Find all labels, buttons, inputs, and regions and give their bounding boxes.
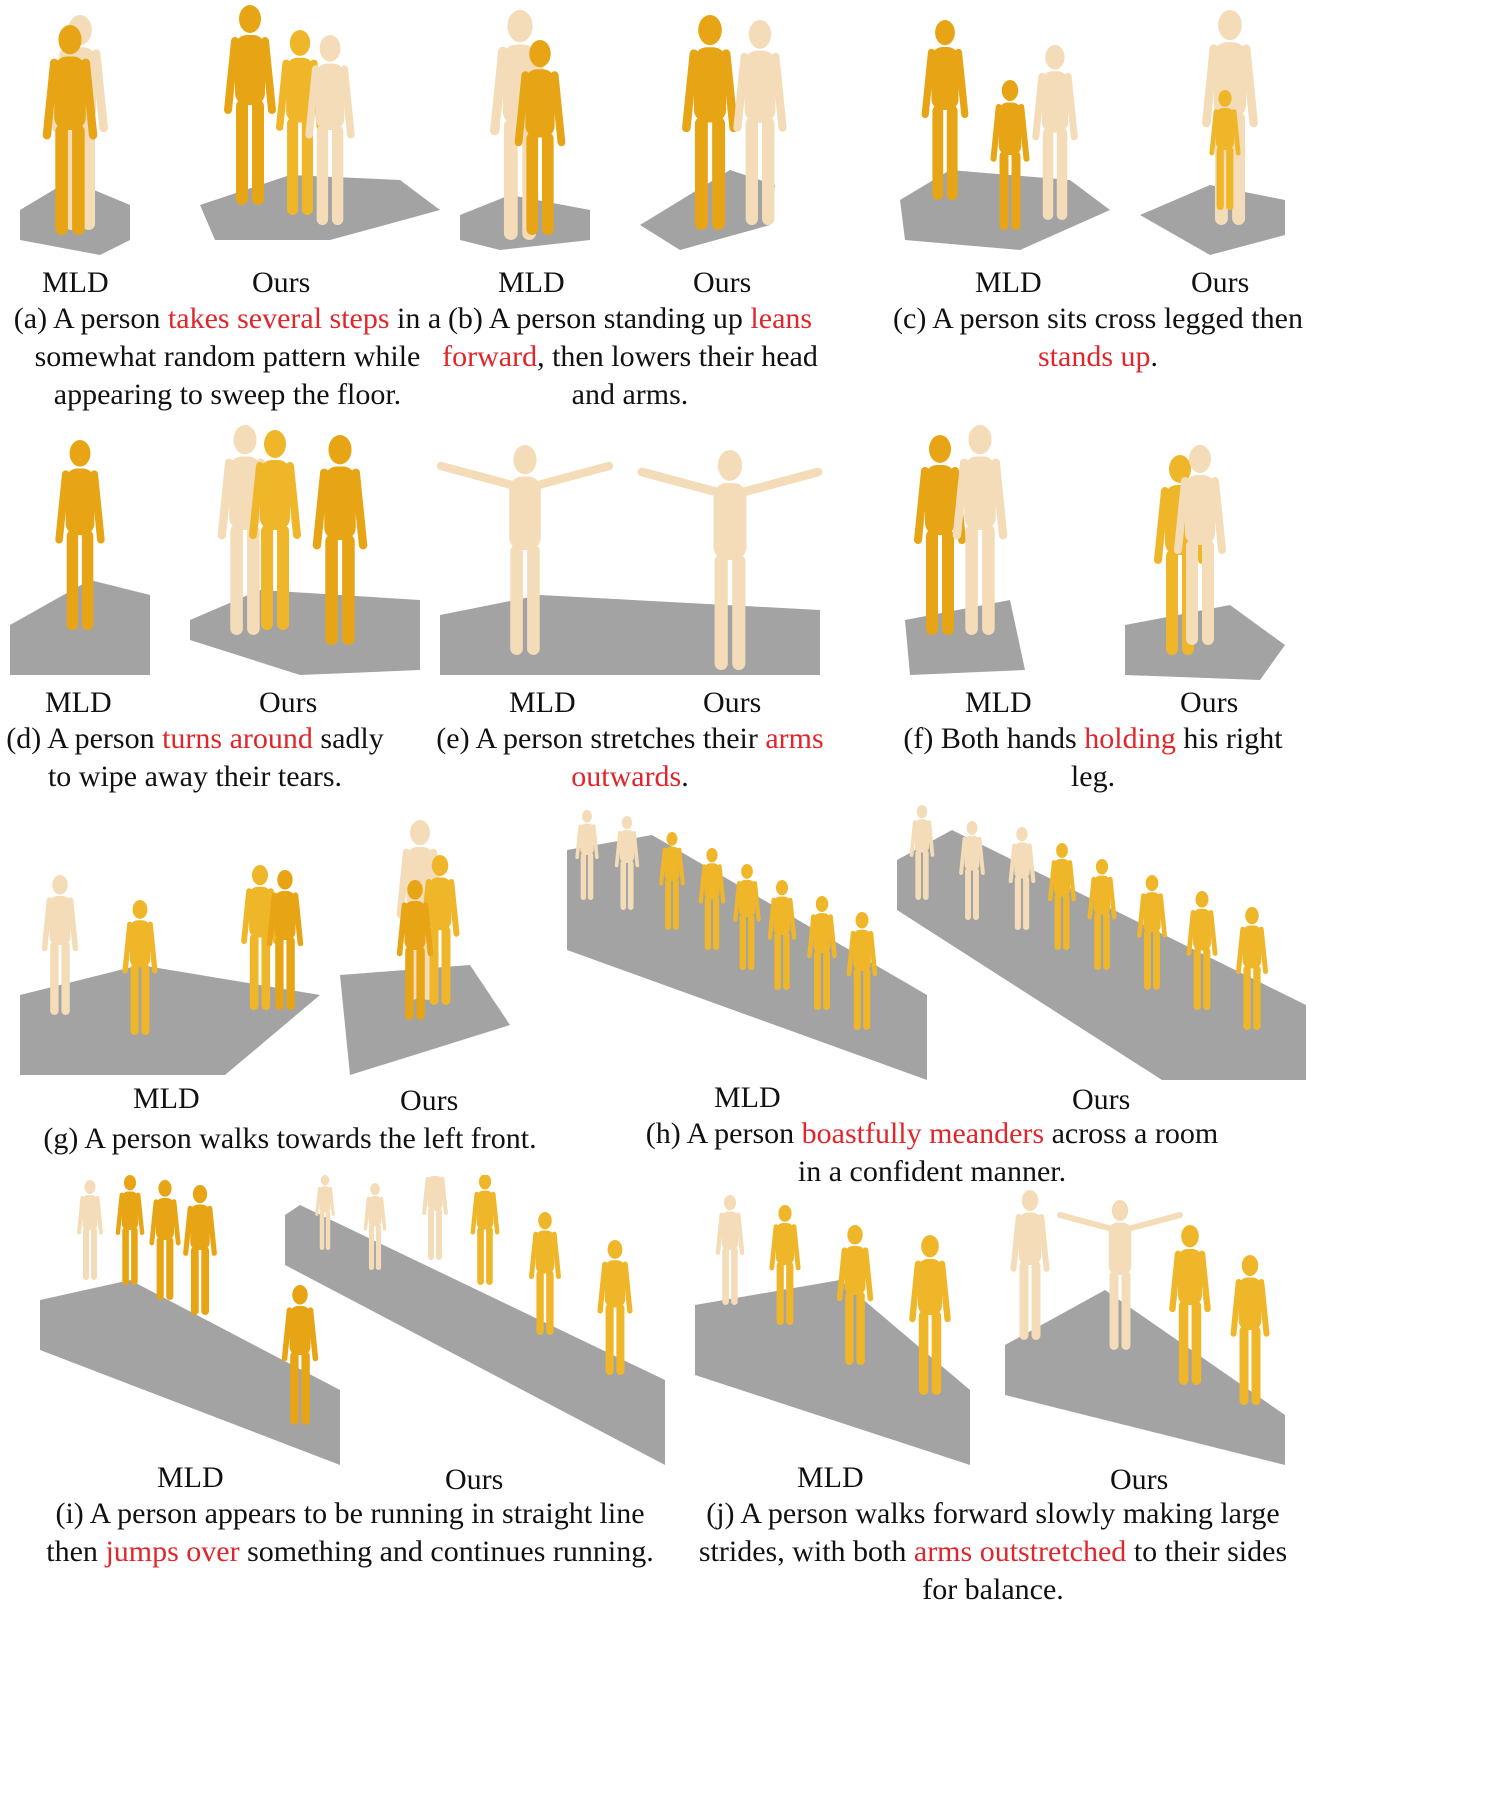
caption-f: (f) Both hands holding his right leg. [880,720,1306,796]
ours-label: Ours [259,686,318,719]
highlighted-phrase: turns around [162,722,313,755]
panel-d-render [10,425,420,675]
panel-g: MLD Ours (g) A person walks towards the … [0,800,560,1160]
floor-plane [440,595,820,675]
caption-text: (h) A person [645,1117,802,1150]
mld-label: MLD [975,266,1042,299]
caption-text: (d) A person [6,722,163,755]
mld-label: MLD [133,1082,200,1115]
panel-b: MLD Ours (b) A person standing up leans … [430,0,890,411]
panel-h-render [567,805,1306,1080]
mld-label: MLD [42,266,109,299]
human-figure [715,1195,745,1305]
panel-h: MLD Ours (h) A person boastfully meander… [562,790,1306,1190]
human-figure [1010,1190,1050,1340]
ours-label: Ours [703,686,762,719]
human-figure [77,1180,103,1280]
caption-j: (j) A person walks forward slowly making… [680,1495,1306,1609]
highlighted-phrase: stands up [1038,340,1151,373]
highlighted-phrase: takes several steps [167,302,390,335]
highlighted-phrase: arms outstretched [913,1535,1127,1568]
floor-plane [190,590,420,675]
caption-text: (c) A person sits cross legged then [893,302,1303,335]
panel-e-render [436,445,823,675]
caption-text: (g) A person walks towards the left fron… [43,1122,537,1155]
panel-a: MLD Ours (a) A person takes several step… [0,0,470,411]
caption-g: (g) A person walks towards the left fron… [30,1120,550,1158]
panel-g-render [20,820,510,1075]
caption-text: (e) A person stretches their [436,722,766,755]
ours-label: Ours [1180,686,1239,719]
caption-text: (b) A person standing up [447,302,751,335]
highlighted-phrase: boastfully meanders [801,1117,1045,1150]
panel-f: MLD Ours (f) Both hands holding his righ… [880,420,1306,793]
human-figure [529,1212,561,1335]
caption-e: (e) A person stretches their arms outwar… [420,720,840,796]
human-figure [149,1180,181,1300]
panel-c-render [900,9,1285,255]
mld-label: MLD [714,1081,781,1114]
panel-f-render [905,425,1285,680]
panel-b-render [460,10,787,250]
mld-label: MLD [45,686,112,719]
floor-plane [1140,185,1285,255]
human-figure [224,5,276,205]
caption-c: (c) A person sits cross legged then stan… [890,300,1306,376]
human-figure [1230,1255,1270,1405]
ours-label: Ours [693,266,752,299]
ours-label: Ours [1072,1083,1131,1116]
highlighted-phrase: jumps over [105,1535,240,1568]
mld-label: MLD [965,686,1032,719]
human-figure [183,1185,217,1315]
caption-text: something and continues running. [239,1535,654,1568]
panel-e: MLD Ours (e) A person stretches their ar… [420,420,870,793]
ours-label: Ours [400,1084,459,1117]
ours-label: Ours [1110,1463,1169,1496]
floor-plane [10,580,150,675]
caption-text: . [681,760,689,793]
caption-text: , then lowers their head and arms. [537,340,818,411]
mld-label: MLD [498,266,565,299]
caption-d: (d) A person turns around sadly to wipe … [0,720,390,796]
caption-text: . [1150,340,1159,373]
highlighted-phrase: holding [1084,722,1176,755]
caption-text: (f) Both hands [903,722,1085,755]
mld-label: MLD [797,1461,864,1494]
caption-b: (b) A person standing up leans forward, … [430,300,830,414]
caption-i: (i) A person appears to be running in st… [40,1495,660,1571]
caption-a: (a) A person takes several steps in a so… [0,300,455,414]
panel-c: MLD Ours (c) A person sits cross legged … [890,0,1306,410]
caption-text: (a) A person [13,302,168,335]
panel-j-render [695,1190,1285,1465]
floor-plane [905,600,1025,675]
panel-j: MLD Ours (j) A person walks forward slow… [680,1175,1306,1606]
human-figure [470,1175,500,1285]
panel-a-render [20,5,440,255]
ours-label: Ours [1191,266,1250,299]
panel-d: MLD Ours (d) A person turns around sadly… [0,420,420,793]
human-figure [115,1175,145,1285]
panel-i-render [40,1175,665,1465]
mld-label: MLD [509,686,576,719]
ours-label: Ours [445,1463,504,1496]
ours-label: Ours [252,266,311,299]
mld-label: MLD [157,1461,224,1494]
panel-i: MLD Ours (i) A person appears to be runn… [0,1175,680,1601]
human-figure [422,1175,448,1260]
